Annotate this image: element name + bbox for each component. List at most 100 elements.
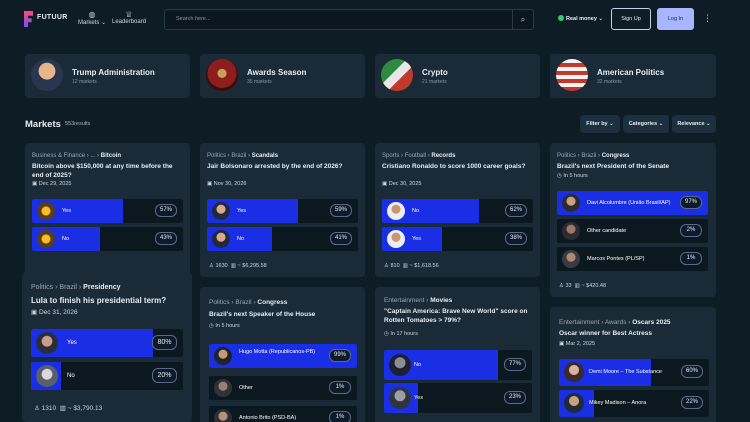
crumb-1[interactable]: Politics — [31, 284, 53, 291]
option-label: Yes — [412, 236, 421, 242]
option-no[interactable]: No 62% — [382, 199, 533, 223]
market-card-best-actress[interactable]: Entertainment › Awards › Oscars 2025 Osc… — [550, 307, 716, 422]
option-candidate[interactable]: Demi Moore – The Substance 60% — [559, 359, 709, 386]
crumb-2[interactable]: Football — [405, 153, 426, 159]
market-question[interactable]: Lula to finish his presidential term? — [31, 296, 187, 306]
crumb-3[interactable]: Movies — [430, 297, 452, 304]
filter-by-dropdown[interactable]: Filter by ⌄ — [580, 115, 620, 133]
nav-markets[interactable]: ◍ Markets ⌄ — [78, 10, 106, 26]
option-candidate[interactable]: Davi Alcolumbre (União Brasil/AP) 97% — [557, 191, 708, 215]
crumb-1[interactable]: Politics — [557, 153, 576, 159]
option-no[interactable]: No 20% — [31, 362, 183, 390]
market-question[interactable]: "Captain America: Brave New World" score… — [384, 308, 534, 325]
crumb-2[interactable]: Brazil — [235, 299, 251, 306]
option-candidate[interactable]: Mikey Madison – Anora 22% — [559, 390, 709, 417]
option-label: No — [237, 236, 245, 242]
crumb-2[interactable]: Brazil — [231, 153, 246, 159]
market-question[interactable]: Cristiano Ronaldo to score 1000 career g… — [382, 163, 532, 172]
real-money-toggle[interactable]: Real money ⌄ — [558, 15, 603, 22]
market-date: ▣ Dec 29, 2025 — [32, 181, 71, 187]
option-label: No — [62, 236, 70, 242]
nav-leaderboard[interactable]: ♕ Leaderboard — [112, 10, 146, 25]
category-card-crypto[interactable]: Crypto 21 markets — [375, 54, 540, 98]
relevance-dropdown[interactable]: Relevance ⌄ — [672, 115, 716, 133]
category-card-awards[interactable]: Awards Season 35 markets — [200, 54, 365, 98]
market-card-bolsonaro[interactable]: Politics › Brazil › Scandals Jair Bolson… — [200, 143, 365, 277]
bettors-icon: ♙ — [559, 283, 564, 289]
crumb-1[interactable]: Sports — [382, 153, 399, 159]
crumb-3[interactable]: Scandals — [252, 153, 278, 159]
option-yes[interactable]: Yes 80% — [31, 329, 183, 357]
calendar-icon: ▣ — [31, 309, 38, 316]
option-no[interactable]: No 41% — [207, 227, 358, 251]
crumb-2[interactable]: ... — [90, 153, 95, 159]
option-pct: 59% — [330, 204, 352, 217]
market-date-text: Nov 30, 2026 — [213, 181, 247, 187]
option-candidate[interactable]: Antonio Brito (PSD-BA) 1% — [209, 406, 357, 422]
category-title: Awards Season — [247, 68, 307, 77]
markets-title: Markets — [25, 119, 61, 130]
crumb-3[interactable]: Records — [431, 153, 455, 159]
crumb-3[interactable]: Congress — [602, 153, 630, 159]
ronaldo-avatar — [387, 202, 405, 220]
option-yes[interactable]: Yes 59% — [207, 199, 358, 223]
crumb-1[interactable]: Politics — [207, 153, 226, 159]
search-input[interactable]: Search here... — [176, 16, 211, 22]
category-title: American Politics — [597, 68, 665, 77]
market-card-captain-america[interactable]: Entertainment › Movies "Captain America:… — [375, 287, 540, 422]
category-card-trump[interactable]: Trump Administration 12 markets — [25, 54, 190, 98]
option-candidate[interactable]: Hugo Motta (Republicanos-PB) 99% — [209, 344, 357, 368]
option-candidate[interactable]: Marcos Pontes (PL/SP) 1% — [557, 247, 708, 271]
crumb-2[interactable]: Brazil — [581, 153, 596, 159]
crumb-1[interactable]: Entertainment — [384, 297, 424, 304]
categories-dropdown[interactable]: Categories ⌄ — [623, 115, 669, 133]
market-date-text: In 5 hours — [563, 173, 588, 179]
movie-avatar — [389, 387, 411, 409]
search-bar[interactable] — [164, 9, 534, 30]
search-icon[interactable]: ⌕ — [512, 10, 533, 29]
category-subtitle: 21 markets — [422, 79, 447, 85]
crumb-2[interactable]: Awards — [605, 319, 627, 326]
option-label: Demi Moore – The Substance — [589, 369, 662, 375]
option-candidate[interactable]: Other candidate 2% — [557, 219, 708, 243]
signup-button[interactable]: Sign Up — [611, 8, 651, 30]
crumb-3[interactable]: Oscars 2025 — [632, 319, 670, 326]
option-yes[interactable]: Yes 23% — [384, 383, 532, 413]
logo-text[interactable]: FUTUUR — [37, 14, 68, 21]
crumb-3[interactable]: Bitcoin — [101, 153, 121, 159]
awards-avatar — [206, 59, 238, 91]
option-yes[interactable]: Yes 57% — [32, 199, 183, 223]
crumb-2[interactable]: Brazil — [59, 284, 77, 291]
market-question[interactable]: Bitcoin above $150,000 at any time befor… — [32, 163, 182, 180]
crumb-3[interactable]: Congress — [257, 299, 287, 306]
more-menu-icon[interactable]: ⋮ — [703, 13, 712, 24]
volume-icon: ▥ — [574, 283, 580, 289]
option-no[interactable]: No 77% — [384, 350, 532, 380]
login-button[interactable]: Log In — [657, 8, 694, 30]
option-candidate[interactable]: Other 1% — [209, 376, 357, 400]
market-question[interactable]: Brazil's next President of the Senate — [557, 163, 707, 172]
option-yes[interactable]: Yes 38% — [382, 227, 533, 251]
category-card-american-politics[interactable]: American Politics 32 markets — [550, 54, 716, 98]
option-no[interactable]: No 43% — [32, 227, 183, 251]
market-question[interactable]: Oscar winner for Best Actress — [559, 330, 709, 339]
market-date-text: Dec 30, 2025 — [388, 181, 422, 187]
option-pct: 1% — [680, 252, 702, 265]
market-card-speaker[interactable]: Politics › Brazil › Congress Brazil's ne… — [200, 287, 365, 422]
futuur-logo-icon[interactable] — [24, 11, 33, 27]
market-question[interactable]: Brazil's next Speaker of the House — [209, 311, 359, 320]
crumb-1[interactable]: Politics — [209, 299, 230, 306]
calendar-icon: ▣ — [207, 181, 213, 187]
market-card-lula[interactable]: Politics › Brazil › Presidency Lula to f… — [22, 272, 192, 422]
crumb-3[interactable]: Presidency — [83, 284, 120, 291]
actress-avatar — [564, 362, 584, 382]
breadcrumb: Entertainment › Movies — [384, 297, 453, 304]
market-card-senate-president[interactable]: Politics › Brazil › Congress Brazil's ne… — [550, 143, 716, 297]
crumb-1[interactable]: Entertainment — [559, 319, 599, 326]
market-card-bitcoin[interactable]: Business & Finance › ... › Bitcoin Bitco… — [25, 143, 190, 277]
option-pct: 1% — [329, 381, 351, 394]
crumb-1[interactable]: Business & Finance — [32, 153, 85, 159]
market-question[interactable]: Jair Bolsonaro arrested by the end of 20… — [207, 163, 357, 172]
category-title: Crypto — [422, 68, 448, 77]
market-card-ronaldo[interactable]: Sports › Football › Records Cristiano Ro… — [375, 143, 540, 277]
